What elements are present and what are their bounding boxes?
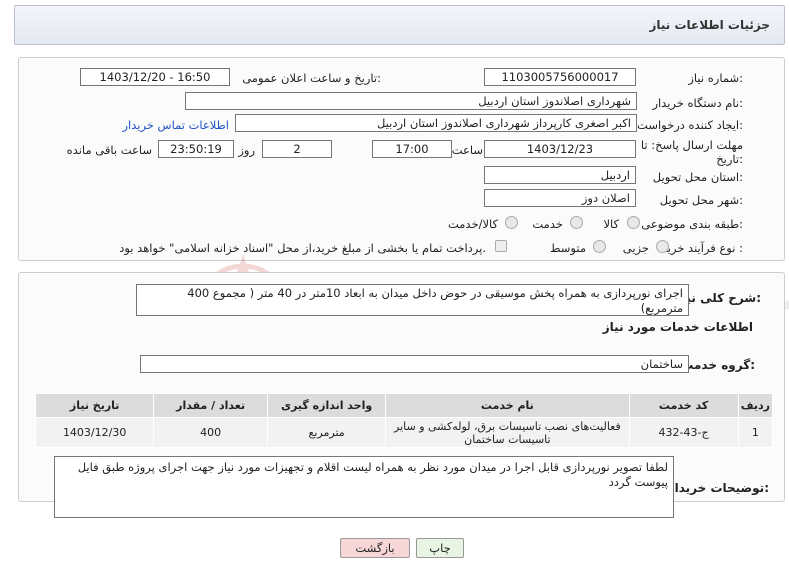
category-label: طبقه بندی موضوعی: — [641, 217, 743, 231]
summary-field: اجرای نورپردازی به همراه پخش موسیقی در ح… — [136, 284, 689, 316]
days-remaining-field: 2 — [262, 140, 332, 158]
deadline-date-field: 1403/12/23 — [484, 140, 636, 158]
page-header: جزئیات اطلاعات نیاز — [14, 5, 785, 45]
treasury-payment-checkbox[interactable] — [495, 240, 507, 252]
process-partial-radio[interactable] — [656, 240, 669, 253]
process-medium-label: متوسط — [549, 241, 586, 255]
services-table: ردیف کد خدمت نام خدمت واحد اندازه گیری ت… — [34, 393, 774, 448]
col-date: تاریخ نیاز — [34, 393, 155, 418]
col-qty: تعداد / مقدار — [153, 393, 268, 418]
buyer-label: نام دستگاه خریدار: — [652, 96, 743, 110]
service-group-label: گروه خدمت: — [681, 358, 755, 372]
buyer-notes-label: توضیحات خریدار: — [667, 481, 769, 495]
col-unit: واحد اندازه گیری — [266, 393, 387, 418]
deadline-time-label: ساعت — [451, 143, 483, 157]
cell-code: ج-43-432 — [628, 417, 739, 448]
page-title: جزئیات اطلاعات نیاز — [649, 18, 770, 32]
services-table-header: ردیف کد خدمت نام خدمت واحد اندازه گیری ت… — [34, 393, 774, 418]
back-button[interactable]: بازگشت — [340, 538, 410, 558]
cell-row: 1 — [737, 417, 774, 448]
time-remaining-label: ساعت باقی مانده — [66, 143, 152, 157]
category-service-label: خدمت — [532, 217, 563, 231]
category-service-radio[interactable] — [570, 216, 583, 229]
announce-label: تاریخ و ساعت اعلان عمومی: — [242, 71, 381, 85]
print-button[interactable]: چاپ — [416, 538, 464, 558]
cell-date: 1403/12/30 — [34, 417, 155, 448]
requester-field: اکبر اصغری کارپرداز شهرداری اصلاندوز است… — [235, 114, 637, 132]
province-field: اردبیل — [484, 166, 636, 184]
category-goods-label: کالا — [603, 217, 619, 231]
announce-field: 1403/12/20 - 16:50 — [80, 68, 230, 86]
deadline-date-label: تاریخ: — [716, 152, 743, 166]
payment-note: پرداخت تمام یا بخشی از مبلغ خرید،از محل … — [119, 241, 486, 255]
process-partial-label: جزیی — [622, 241, 649, 255]
deadline-label: مهلت ارسال پاسخ: تا — [640, 138, 743, 152]
category-goods-service-radio[interactable] — [505, 216, 518, 229]
process-medium-radio[interactable] — [593, 240, 606, 253]
province-label: استان محل تحویل: — [652, 170, 743, 184]
requester-label: ایجاد کننده درخواست: — [637, 118, 743, 132]
process-label: نوع فرآیند خرید : — [661, 241, 743, 255]
services-section-title: اطلاعات خدمات مورد نیاز — [602, 320, 753, 334]
buyer-contact-link[interactable]: اطلاعات تماس خریدار — [122, 118, 229, 132]
time-remaining-field: 23:50:19 — [158, 140, 234, 158]
deadline-time-field: 17:00 — [372, 140, 452, 158]
city-label: شهر محل تحویل: — [659, 193, 743, 207]
col-name: نام خدمت — [385, 393, 630, 418]
buyer-notes-field: لطفا تصویر نورپردازی قابل اجرا در میدان … — [54, 456, 674, 518]
service-group-field: ساختمان — [140, 355, 689, 373]
cell-unit: مترمربع — [266, 417, 387, 448]
city-field: اصلان دوز — [484, 189, 636, 207]
category-goods-radio[interactable] — [627, 216, 640, 229]
col-row: ردیف — [737, 393, 774, 418]
category-goods-service-label: کالا/خدمت — [447, 217, 498, 231]
cell-name: فعالیت‌های نصب تاسیسات برق، لوله‌کشی و س… — [385, 417, 630, 448]
need-number-field: 1103005756000017 — [484, 68, 636, 86]
table-row: 1 ج-43-432 فعالیت‌های نصب تاسیسات برق، ل… — [34, 417, 774, 448]
cell-qty: 400 — [153, 417, 268, 448]
col-code: کد خدمت — [628, 393, 739, 418]
buyer-field: شهرداری اصلاندوز استان اردبیل — [185, 92, 637, 110]
need-number-label: شماره نیاز: — [688, 71, 743, 85]
